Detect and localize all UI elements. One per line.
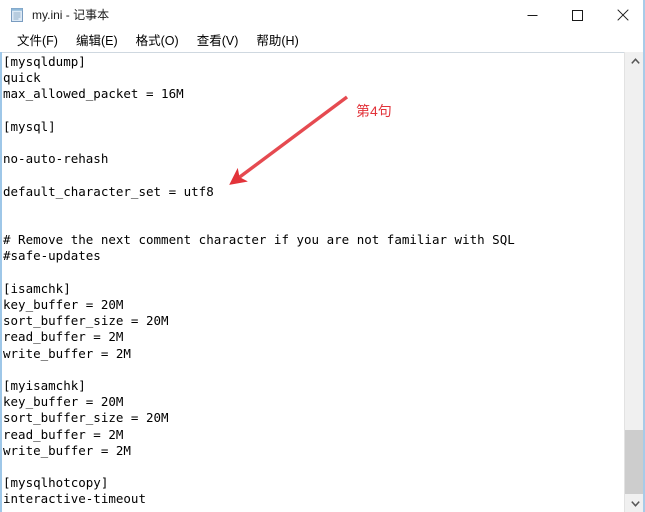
chevron-down-icon xyxy=(630,500,640,507)
maximize-button[interactable] xyxy=(555,0,600,30)
close-icon xyxy=(616,9,629,21)
scroll-down-button[interactable] xyxy=(625,494,645,512)
menu-item-edit[interactable]: 编辑(E) xyxy=(67,32,127,51)
menu-item-format[interactable]: 格式(O) xyxy=(127,32,188,51)
title-bar: my.ini - 记事本 xyxy=(0,0,645,30)
text-content[interactable]: [mysqldump] quick max_allowed_packet = 1… xyxy=(2,53,622,511)
scrollbar-thumb[interactable] xyxy=(625,430,645,494)
menu-item-file[interactable]: 文件(F) xyxy=(8,32,67,51)
title-bar-left: my.ini - 记事本 xyxy=(0,7,510,23)
window-title: my.ini - 记事本 xyxy=(32,8,110,22)
menu-item-help[interactable]: 帮助(H) xyxy=(247,32,307,51)
minimize-button[interactable] xyxy=(510,0,555,30)
minimize-icon xyxy=(527,14,538,16)
scrollbar-track[interactable] xyxy=(625,70,645,494)
menu-bar: 文件(F) 编辑(E) 格式(O) 查看(V) 帮助(H) xyxy=(0,30,645,52)
notepad-icon xyxy=(9,7,25,23)
menu-item-view[interactable]: 查看(V) xyxy=(188,32,248,51)
editor-area[interactable]: [mysqldump] quick max_allowed_packet = 1… xyxy=(0,52,645,512)
notepad-window: my.ini - 记事本 文件(F) 编辑(E) 格式(O) 查看(V) 帮助(… xyxy=(0,0,645,512)
chevron-up-icon xyxy=(630,57,640,64)
close-button[interactable] xyxy=(600,0,645,30)
vertical-scrollbar[interactable] xyxy=(624,52,645,512)
scroll-up-button[interactable] xyxy=(625,52,645,70)
maximize-icon xyxy=(572,9,583,21)
